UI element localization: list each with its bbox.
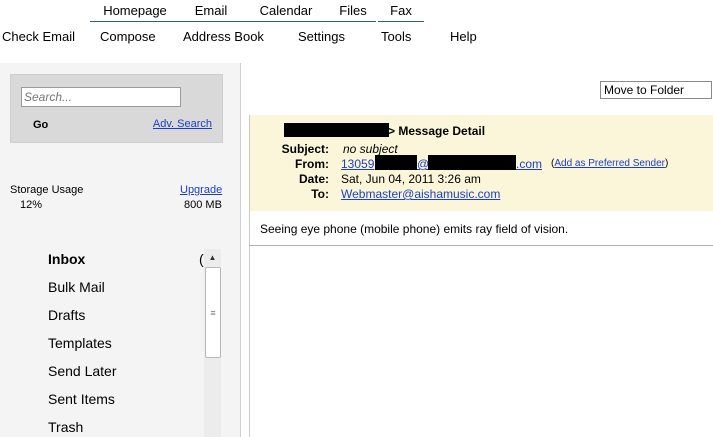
go-button[interactable]: Go xyxy=(33,119,48,131)
tab-calendar[interactable]: Calendar xyxy=(242,0,330,22)
body-divider xyxy=(249,245,713,246)
folder-bulk-mail[interactable]: Bulk Mail xyxy=(48,279,105,295)
tab-email[interactable]: Email xyxy=(180,0,242,22)
folder-sent-items[interactable]: Sent Items xyxy=(48,391,115,407)
storage-usage-label: Storage Usage xyxy=(10,184,84,196)
redaction-bar xyxy=(284,123,389,137)
redaction-bar xyxy=(428,155,516,170)
help-link[interactable]: Help xyxy=(450,29,477,44)
add-preferred-sender: (Add as Preferred Sender) xyxy=(551,158,669,169)
tab-homepage[interactable]: Homepage xyxy=(90,0,180,22)
compose-link[interactable]: Compose xyxy=(100,29,156,44)
message-body: Seeing eye phone (mobile phone) emits ra… xyxy=(260,222,569,236)
search-input[interactable] xyxy=(21,87,181,107)
advanced-search-link[interactable]: Adv. Search xyxy=(153,118,212,130)
from-address-domain[interactable]: .com xyxy=(516,157,542,171)
to-label: To: xyxy=(311,187,329,201)
storage-usage-percent: 12% xyxy=(20,199,43,211)
to-address[interactable]: Webmaster@aishamusic.com xyxy=(341,187,500,201)
folder-scrollbar[interactable]: ▲ ≡ xyxy=(204,249,221,437)
scroll-thumb[interactable]: ≡ xyxy=(205,267,221,358)
subject-value: no subject xyxy=(343,142,398,156)
subject-label: Subject: xyxy=(281,142,329,156)
date-label: Date: xyxy=(298,172,329,186)
folder-drafts[interactable]: Drafts xyxy=(48,307,85,323)
move-to-folder-select[interactable]: Move to Folder xyxy=(600,81,712,99)
folder-inbox[interactable]: Inbox xyxy=(48,251,85,267)
from-address-prefix[interactable]: 13059 xyxy=(341,157,374,171)
upgrade-link[interactable]: Upgrade xyxy=(180,184,222,196)
from-label: From: xyxy=(295,157,329,171)
redaction-bar xyxy=(375,155,417,170)
inbox-count: ( xyxy=(199,251,204,267)
settings-link[interactable]: Settings xyxy=(298,29,345,44)
storage-total: 800 MB xyxy=(184,199,222,211)
folder-send-later[interactable]: Send Later xyxy=(48,363,117,379)
folder-templates[interactable]: Templates xyxy=(48,335,112,351)
message-detail-title: > Message Detail xyxy=(388,124,486,138)
date-value: Sat, Jun 04, 2011 3:26 am xyxy=(341,172,481,186)
scroll-up-arrow-icon[interactable]: ▲ xyxy=(204,249,221,266)
check-email-link[interactable]: Check Email xyxy=(2,29,75,44)
tools-link[interactable]: Tools xyxy=(381,29,411,44)
panel-divider xyxy=(240,63,241,437)
left-panel: Go Adv. Search Storage Usage 12% Upgrade… xyxy=(0,63,240,437)
address-book-link[interactable]: Address Book xyxy=(183,29,264,44)
search-panel: Go Adv. Search xyxy=(10,74,223,143)
add-preferred-sender-link[interactable]: Add as Preferred Sender xyxy=(554,158,665,169)
tab-files[interactable]: Files xyxy=(330,0,376,22)
tab-fax[interactable]: Fax xyxy=(378,0,424,22)
folder-trash[interactable]: Trash xyxy=(48,419,83,435)
